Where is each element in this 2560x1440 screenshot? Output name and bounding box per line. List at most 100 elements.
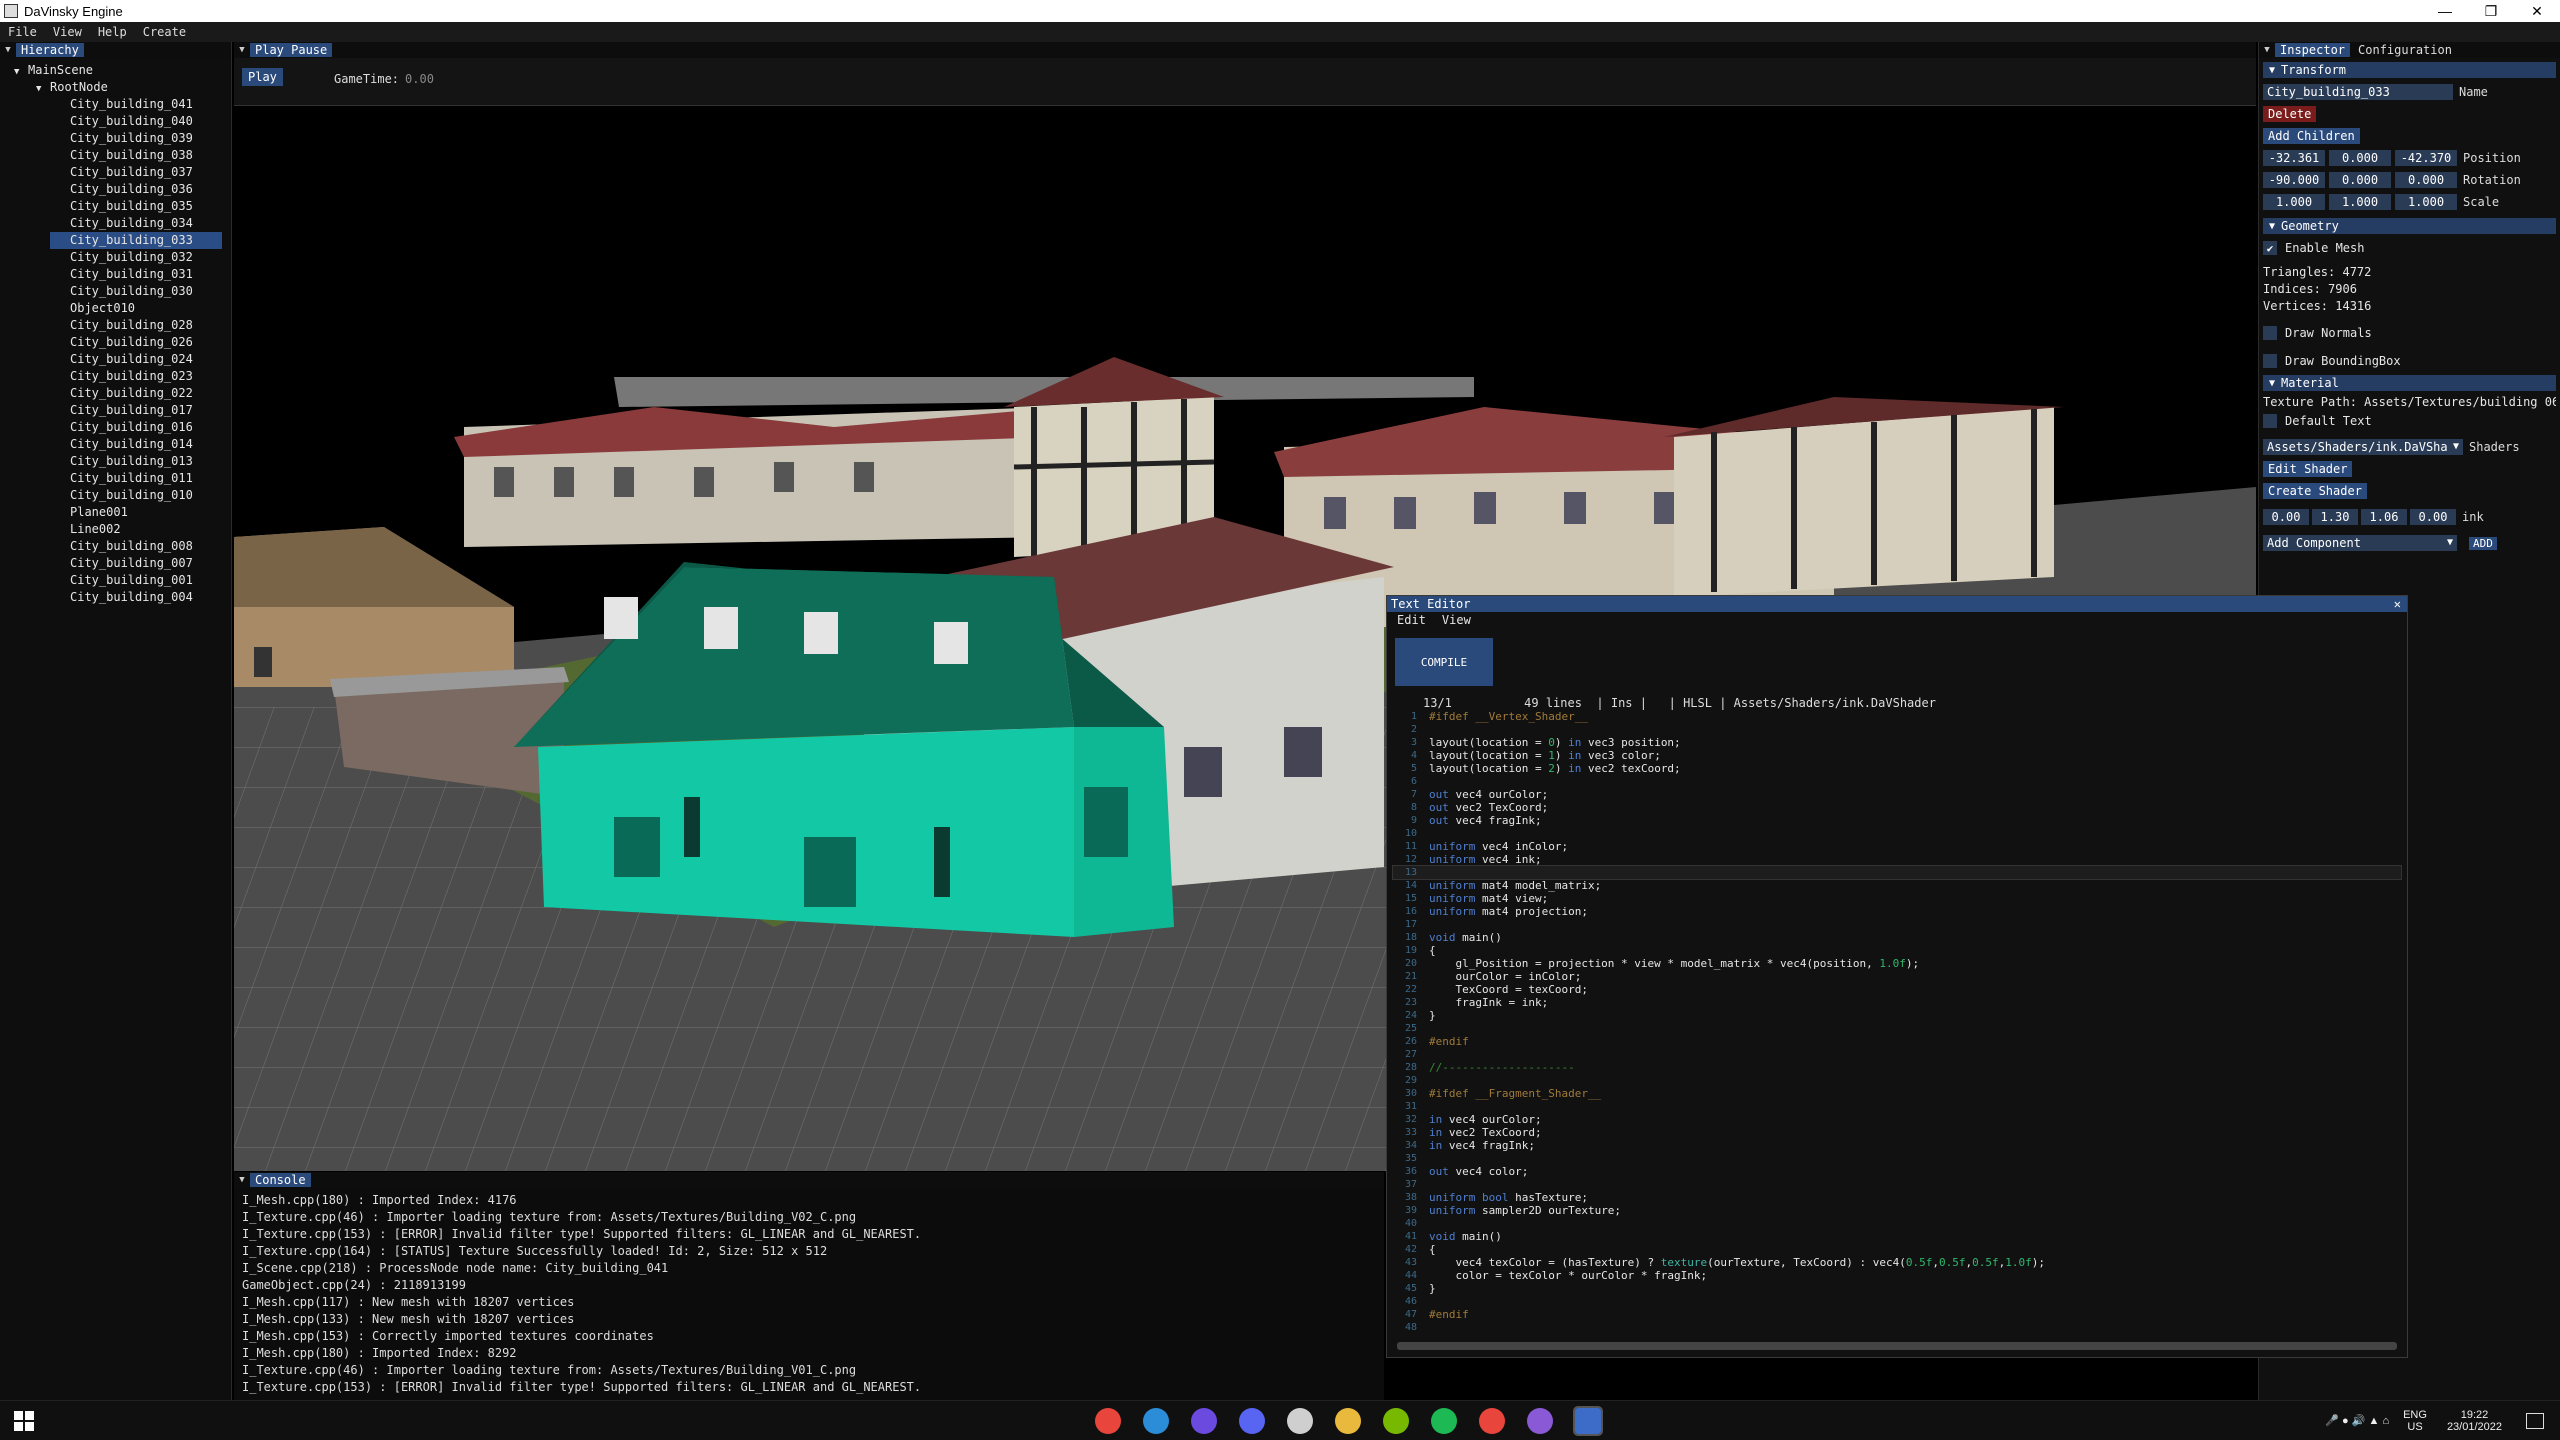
ink-b[interactable]: 1.06 bbox=[2361, 509, 2407, 525]
tree-item[interactable]: City_building_037 bbox=[0, 164, 231, 181]
tree-item[interactable]: City_building_038 bbox=[0, 147, 231, 164]
play-button[interactable]: Play bbox=[242, 68, 283, 86]
collapse-icon[interactable]: ▼ bbox=[234, 1175, 250, 1185]
menu-view[interactable]: View bbox=[45, 25, 90, 39]
menu-file[interactable]: File bbox=[0, 25, 45, 39]
tree-item[interactable]: City_building_032 bbox=[0, 249, 231, 266]
maximize-button[interactable]: ❐ bbox=[2468, 3, 2514, 20]
collapse-icon[interactable]: ▼ bbox=[2259, 45, 2275, 55]
horizontal-scrollbar[interactable] bbox=[1397, 1342, 2397, 1350]
tree-item[interactable]: City_building_010 bbox=[0, 487, 231, 504]
edit-shader-button[interactable]: Edit Shader bbox=[2263, 461, 2353, 477]
explorer-icon[interactable] bbox=[1335, 1407, 1361, 1434]
compile-button[interactable]: COMPILE bbox=[1395, 638, 1493, 686]
tree-item[interactable]: City_building_022 bbox=[0, 385, 231, 402]
menu-create[interactable]: Create bbox=[135, 25, 194, 39]
rotation-x[interactable]: -90.000 bbox=[2263, 172, 2325, 188]
tree-item[interactable]: City_building_004 bbox=[0, 589, 231, 606]
section-geometry[interactable]: ▼ Geometry bbox=[2263, 218, 2556, 234]
tab-hierarchy[interactable]: Hierachy bbox=[16, 43, 84, 57]
section-transform[interactable]: ▼ Transform bbox=[2263, 62, 2556, 78]
tab-configuration[interactable]: Configuration bbox=[2350, 43, 2460, 57]
position-x[interactable]: -32.361 bbox=[2263, 150, 2325, 166]
visualstudio-icon[interactable] bbox=[1527, 1407, 1553, 1434]
draw-normals-checkbox[interactable] bbox=[2263, 326, 2277, 340]
tab-console[interactable]: Console bbox=[250, 1173, 311, 1187]
tree-item[interactable]: City_building_028 bbox=[0, 317, 231, 334]
tree-item[interactable]: City_building_001 bbox=[0, 572, 231, 589]
minimize-button[interactable]: — bbox=[2422, 3, 2468, 20]
tree-item[interactable]: City_building_014 bbox=[0, 436, 231, 453]
chrome-icon-2[interactable] bbox=[1479, 1407, 1505, 1434]
delete-button[interactable]: Delete bbox=[2263, 106, 2317, 122]
editor-menu-edit[interactable]: Edit bbox=[1387, 613, 1432, 627]
rotation-z[interactable]: 0.000 bbox=[2395, 172, 2457, 188]
position-y[interactable]: 0.000 bbox=[2329, 150, 2391, 166]
add-component-button[interactable]: ADD bbox=[2469, 536, 2497, 550]
code-area[interactable]: 1 #ifdef __Vertex_Shader__ 2 3 layout(loca… bbox=[1392, 710, 2402, 1334]
create-shader-button[interactable]: Create Shader bbox=[2263, 483, 2367, 499]
tree-item[interactable]: City_building_013 bbox=[0, 453, 231, 470]
spotify-icon[interactable] bbox=[1431, 1407, 1457, 1434]
enable-mesh-checkbox[interactable]: ✔ bbox=[2263, 241, 2277, 255]
tab-play-pause[interactable]: Play Pause bbox=[250, 43, 333, 57]
chrome-icon[interactable] bbox=[1095, 1407, 1121, 1434]
tree-item[interactable]: City_building_039 bbox=[0, 130, 231, 147]
ink-r[interactable]: 0.00 bbox=[2263, 509, 2309, 525]
chevron-down-icon[interactable]: ▼ bbox=[2449, 439, 2463, 455]
tree-item[interactable]: Object010 bbox=[0, 300, 231, 317]
collapse-icon[interactable]: ▼ bbox=[0, 45, 16, 55]
section-material[interactable]: ▼ Material bbox=[2263, 375, 2556, 391]
tree-item[interactable]: City_building_040 bbox=[0, 113, 231, 130]
tree-item[interactable]: City_building_031 bbox=[0, 266, 231, 283]
clock[interactable]: 19:22 23/01/2022 bbox=[2447, 1409, 2502, 1433]
input-language[interactable]: ENG US bbox=[2403, 1409, 2427, 1433]
tree-item[interactable]: City_building_017 bbox=[0, 402, 231, 419]
settings-icon[interactable] bbox=[1287, 1407, 1313, 1434]
tree-item[interactable]: City_building_016 bbox=[0, 419, 231, 436]
tray-icons[interactable]: 🎤 ● 🔊 ▲ ⌂ bbox=[2325, 1414, 2389, 1427]
collapse-icon[interactable]: ▼ bbox=[2263, 221, 2281, 232]
tree-item[interactable]: City_building_030 bbox=[0, 283, 231, 300]
tree-item[interactable]: City_building_026 bbox=[0, 334, 231, 351]
tree-item[interactable]: City_building_035 bbox=[0, 198, 231, 215]
expand-arrow-icon[interactable]: ▼ bbox=[14, 64, 28, 81]
tree-node-rootnode[interactable]: ▼ RootNode bbox=[0, 79, 231, 96]
ink-a[interactable]: 0.00 bbox=[2410, 509, 2456, 525]
position-z[interactable]: -42.370 bbox=[2395, 150, 2457, 166]
add-component-select[interactable]: Add Component bbox=[2263, 535, 2443, 551]
tab-inspector[interactable]: Inspector bbox=[2275, 43, 2351, 57]
scale-x[interactable]: 1.000 bbox=[2263, 194, 2325, 210]
tree-node-mainscene[interactable]: ▼ MainScene bbox=[0, 62, 231, 79]
expand-arrow-icon[interactable]: ▼ bbox=[36, 81, 50, 98]
vscode-icon[interactable] bbox=[1143, 1407, 1169, 1434]
shader-select[interactable]: Assets/Shaders/ink.DaVSha bbox=[2263, 439, 2449, 455]
close-button[interactable]: ✕ bbox=[2514, 3, 2560, 20]
name-field[interactable]: City_building_033 bbox=[2263, 84, 2453, 100]
tree-item[interactable]: City_building_024 bbox=[0, 351, 231, 368]
tree-item[interactable]: City_building_036 bbox=[0, 181, 231, 198]
tree-item[interactable]: Line002 bbox=[0, 521, 231, 538]
add-children-button[interactable]: Add Children bbox=[2263, 128, 2360, 144]
tree-item[interactable]: City_building_011 bbox=[0, 470, 231, 487]
collapse-icon[interactable]: ▼ bbox=[2263, 65, 2281, 76]
tree-item[interactable]: City_building_034 bbox=[0, 215, 231, 232]
collapse-icon[interactable]: ▼ bbox=[2263, 378, 2281, 389]
menu-help[interactable]: Help bbox=[90, 25, 135, 39]
default-text-checkbox[interactable] bbox=[2263, 414, 2277, 428]
github-icon[interactable] bbox=[1191, 1407, 1217, 1434]
editor-menu-view[interactable]: View bbox=[1432, 613, 1477, 627]
engine-icon[interactable] bbox=[1573, 1405, 1603, 1436]
notification-icon[interactable] bbox=[2526, 1412, 2544, 1429]
tree-item[interactable]: City_building_023 bbox=[0, 368, 231, 385]
discord-icon[interactable] bbox=[1239, 1407, 1265, 1434]
scale-y[interactable]: 1.000 bbox=[2329, 194, 2391, 210]
tree-item[interactable]: City_building_007 bbox=[0, 555, 231, 572]
ink-g[interactable]: 1.30 bbox=[2312, 509, 2358, 525]
chevron-down-icon[interactable]: ▼ bbox=[2443, 535, 2457, 551]
tree-item[interactable]: Plane001 bbox=[0, 504, 231, 521]
rotation-y[interactable]: 0.000 bbox=[2329, 172, 2391, 188]
tree-item[interactable]: City_building_008 bbox=[0, 538, 231, 555]
collapse-icon[interactable]: ▼ bbox=[234, 45, 250, 55]
windows-start-icon[interactable] bbox=[14, 1410, 34, 1431]
